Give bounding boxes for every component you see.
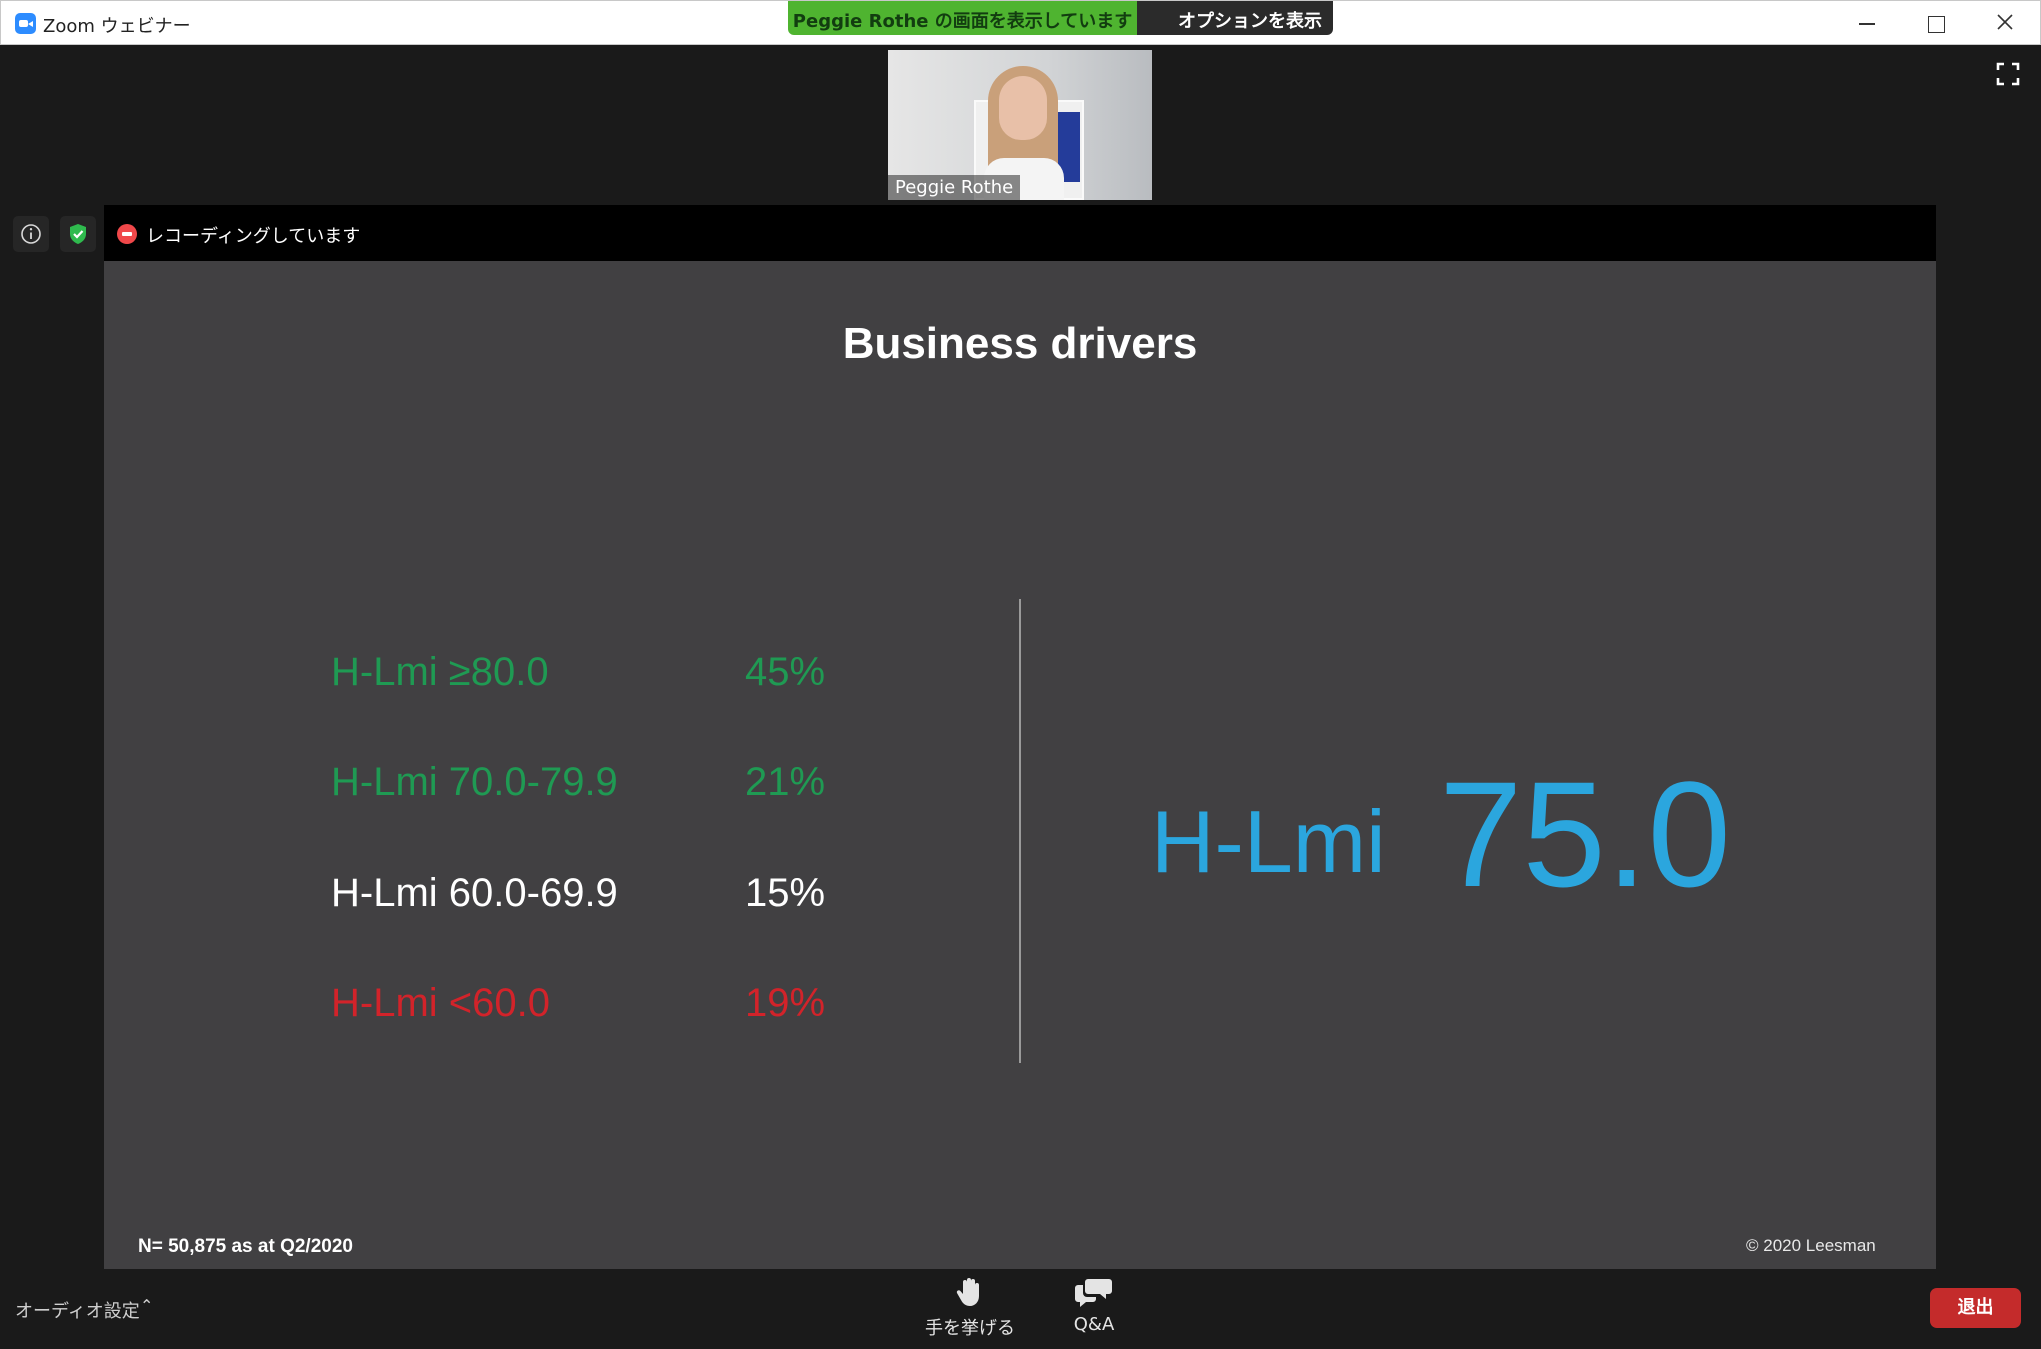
view-options-label: オプションを表示 xyxy=(1178,11,1322,32)
shared-slide: Business drivers H-Lmi ≥80.0 45% H-Lmi 7… xyxy=(104,261,1936,1269)
score-band-label: H-Lmi <60.0 xyxy=(331,981,550,1025)
score-band-percent: 21% xyxy=(745,760,826,804)
close-button[interactable] xyxy=(1983,7,2027,39)
view-options-button[interactable]: オプションを表示 ⌄ xyxy=(1137,1,1333,35)
score-band-percent: 15% xyxy=(745,871,826,915)
info-icon xyxy=(21,224,41,244)
screen-share-banner-text: Peggie Rothe の画面を表示しています xyxy=(792,11,1133,32)
recording-status-bar xyxy=(104,205,1936,261)
recording-icon xyxy=(117,224,137,244)
participant-name: Peggie Rothe xyxy=(888,175,1021,200)
score-band-label: H-Lmi 70.0-79.9 xyxy=(331,760,618,804)
slide-title: Business drivers xyxy=(842,319,1198,368)
hand-icon xyxy=(956,1278,979,1306)
shield-icon xyxy=(70,224,86,244)
overall-score-value: 75.0 xyxy=(1439,750,1731,918)
chevron-down-icon: ⌄ xyxy=(1304,9,1316,25)
score-band-percent: 19% xyxy=(745,981,826,1025)
close-icon xyxy=(1997,14,2013,30)
recording-status-text: レコーディングしています xyxy=(146,226,361,247)
maximize-button[interactable] xyxy=(1913,7,1957,39)
sample-size-footnote: N= 50,875 as at Q2/2020 xyxy=(138,1236,353,1257)
raise-hand-button[interactable]: 手を挙げる xyxy=(925,1276,1015,1340)
score-band-percent: 45% xyxy=(745,650,826,694)
minimize-button[interactable] xyxy=(1844,7,1888,39)
audio-settings-button[interactable]: オーディオ設定 xyxy=(15,1297,140,1323)
chat-bubbles-icon xyxy=(1075,1279,1112,1307)
screen-share-banner: Peggie Rothe の画面を表示しています xyxy=(788,1,1137,35)
zoom-logo-icon xyxy=(15,13,36,34)
fullscreen-icon[interactable] xyxy=(1996,62,2020,86)
encryption-button[interactable] xyxy=(60,216,96,252)
copyright-footnote: © 2020 Leesman xyxy=(1746,1236,1876,1255)
window-title: Zoom ウェビナー xyxy=(43,16,191,37)
leave-button[interactable]: 退出 xyxy=(1930,1288,2021,1328)
slide-divider xyxy=(1019,599,1021,1063)
title-bar: Zoom ウェビナー Peggie Rothe の画面を表示しています オプショ… xyxy=(0,0,2041,45)
participant-video[interactable]: Peggie Rothe xyxy=(888,50,1152,200)
qa-label: Q&A xyxy=(1073,1314,1115,1335)
raise-hand-label: 手を挙げる xyxy=(925,1318,1015,1339)
meeting-info-button[interactable] xyxy=(13,216,49,252)
qa-button[interactable]: Q&A xyxy=(1049,1276,1139,1340)
score-band-label: H-Lmi ≥80.0 xyxy=(331,650,549,694)
overall-score-label: H-Lmi xyxy=(1151,792,1386,891)
chevron-up-icon[interactable]: ⌃ xyxy=(140,1296,153,1316)
score-band-label: H-Lmi 60.0-69.9 xyxy=(331,871,618,915)
